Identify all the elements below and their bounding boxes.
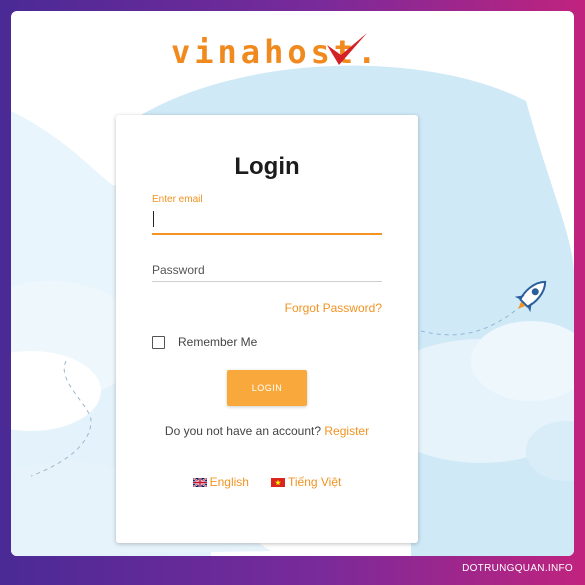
watermark: DOTRUNGQUAN.INFO — [462, 563, 573, 574]
language-switcher: English Tiếng Việt — [116, 475, 418, 489]
remember-me-row[interactable]: Remember Me — [152, 335, 257, 349]
forgot-password-link[interactable]: Forgot Password? — [285, 301, 382, 315]
language-vietnamese-label: Tiếng Việt — [287, 475, 342, 489]
rocket-icon — [514, 280, 547, 313]
vinahost-logo: vinahost. — [171, 31, 391, 81]
email-label: Enter email — [152, 194, 203, 205]
password-field[interactable] — [152, 259, 382, 282]
register-prompt-text: Do you not have an account? — [164, 424, 322, 438]
remember-me-label: Remember Me — [178, 335, 258, 349]
login-button[interactable]: LOGIN — [227, 370, 307, 406]
register-link[interactable]: Register — [324, 424, 369, 438]
vietnam-flag-icon — [270, 477, 285, 487]
register-prompt: Do you not have an account? Register — [116, 424, 418, 438]
text-cursor — [153, 211, 154, 227]
login-title: Login — [234, 153, 300, 180]
page-frame: vinahost. Login Enter email Forgot Passw… — [11, 11, 574, 556]
email-field[interactable] — [152, 207, 382, 235]
check-mark-icon — [327, 33, 367, 65]
language-english[interactable]: English — [192, 475, 249, 489]
login-card: Login Enter email Forgot Password? Remem… — [116, 115, 418, 543]
remember-me-checkbox[interactable] — [152, 335, 165, 349]
language-vietnamese[interactable]: Tiếng Việt — [270, 475, 342, 489]
uk-flag-icon — [192, 477, 207, 487]
language-english-label: English — [209, 475, 249, 489]
